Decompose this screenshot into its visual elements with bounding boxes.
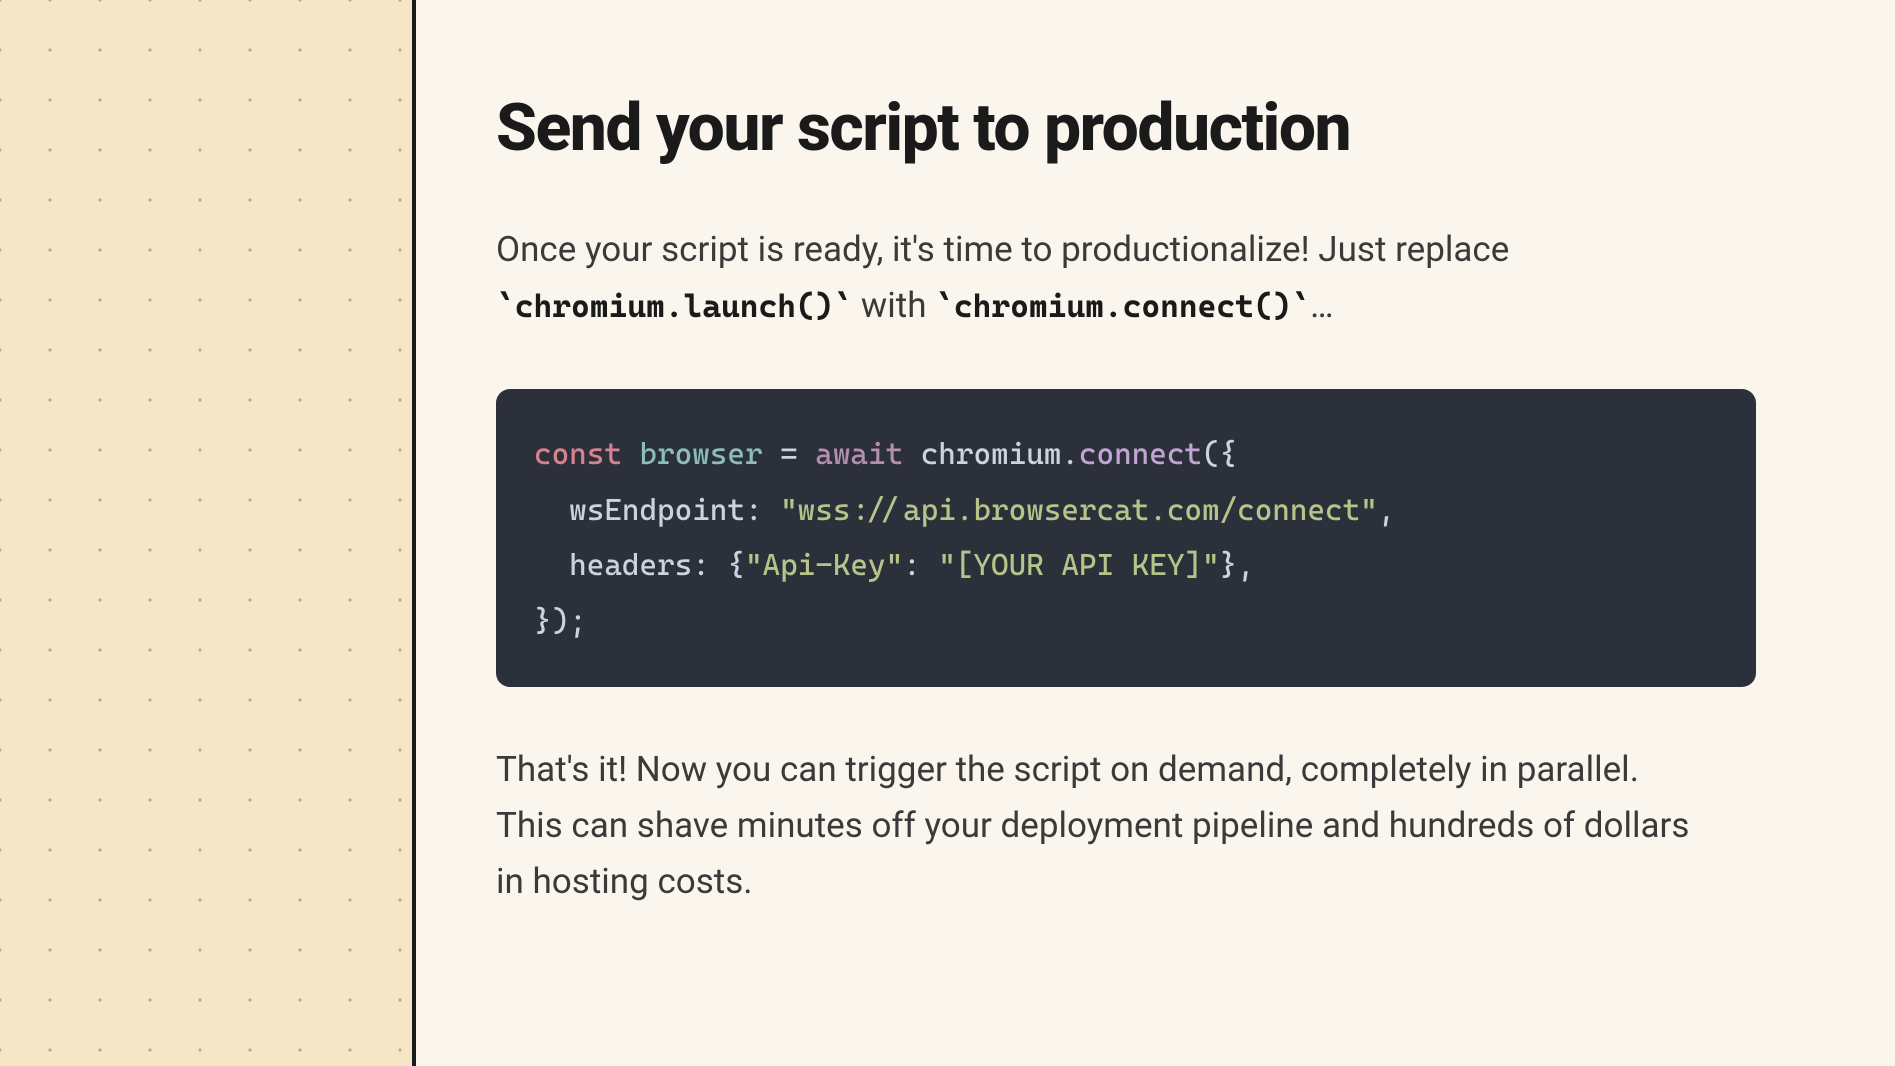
code-line-3: headers: {"Api-Key": "[YOUR API KEY]"}, <box>534 538 1718 594</box>
code-string-url: "wss://api.browsercat.com/connect" <box>780 493 1378 528</box>
code-prop-headers: headers: { <box>569 548 745 583</box>
code-line-2: wsEndpoint: "wss://api.browsercat.com/co… <box>534 483 1718 539</box>
code-var-browser: browser <box>639 437 762 472</box>
outro-paragraph: That's it! Now you can trigger the scrip… <box>496 742 1696 910</box>
code-line-1: const browser = await chromium.connect({ <box>534 427 1718 483</box>
intro-text-3: … <box>1310 285 1333 326</box>
intro-paragraph: Once your script is ready, it's time to … <box>496 222 1696 334</box>
code-indent-3 <box>534 548 569 583</box>
code-string-apikey-value: "[YOUR API KEY]" <box>938 548 1219 583</box>
inline-code-connect: `chromium.connect()` <box>935 287 1310 325</box>
code-colon-3: : <box>903 548 938 583</box>
main-content: Send your script to production Once your… <box>416 0 1895 1066</box>
code-close-paren: }); <box>534 604 587 639</box>
code-keyword-const: const <box>534 437 622 472</box>
code-keyword-await: await <box>815 437 903 472</box>
code-line-4: }); <box>534 594 1718 650</box>
code-op-eq: = <box>763 437 816 472</box>
code-comma-2: , <box>1378 493 1396 528</box>
code-block: const browser = await chromium.connect({… <box>496 389 1756 687</box>
code-open-paren: ({ <box>1202 437 1237 472</box>
code-string-apikey-label: "Api-Key" <box>745 548 903 583</box>
intro-text-2: with <box>852 285 935 326</box>
code-obj-chromium: chromium. <box>903 437 1079 472</box>
code-indent-2 <box>534 493 569 528</box>
code-prop-wsendpoint: wsEndpoint: <box>569 493 780 528</box>
decorative-sidebar <box>0 0 416 1066</box>
inline-code-launch: `chromium.launch()` <box>496 287 852 325</box>
intro-text-1: Once your script is ready, it's time to … <box>496 229 1509 270</box>
page-title: Send your script to production <box>496 90 1815 167</box>
code-method-connect: connect <box>1079 437 1202 472</box>
code-close-brace-3: }, <box>1220 548 1255 583</box>
